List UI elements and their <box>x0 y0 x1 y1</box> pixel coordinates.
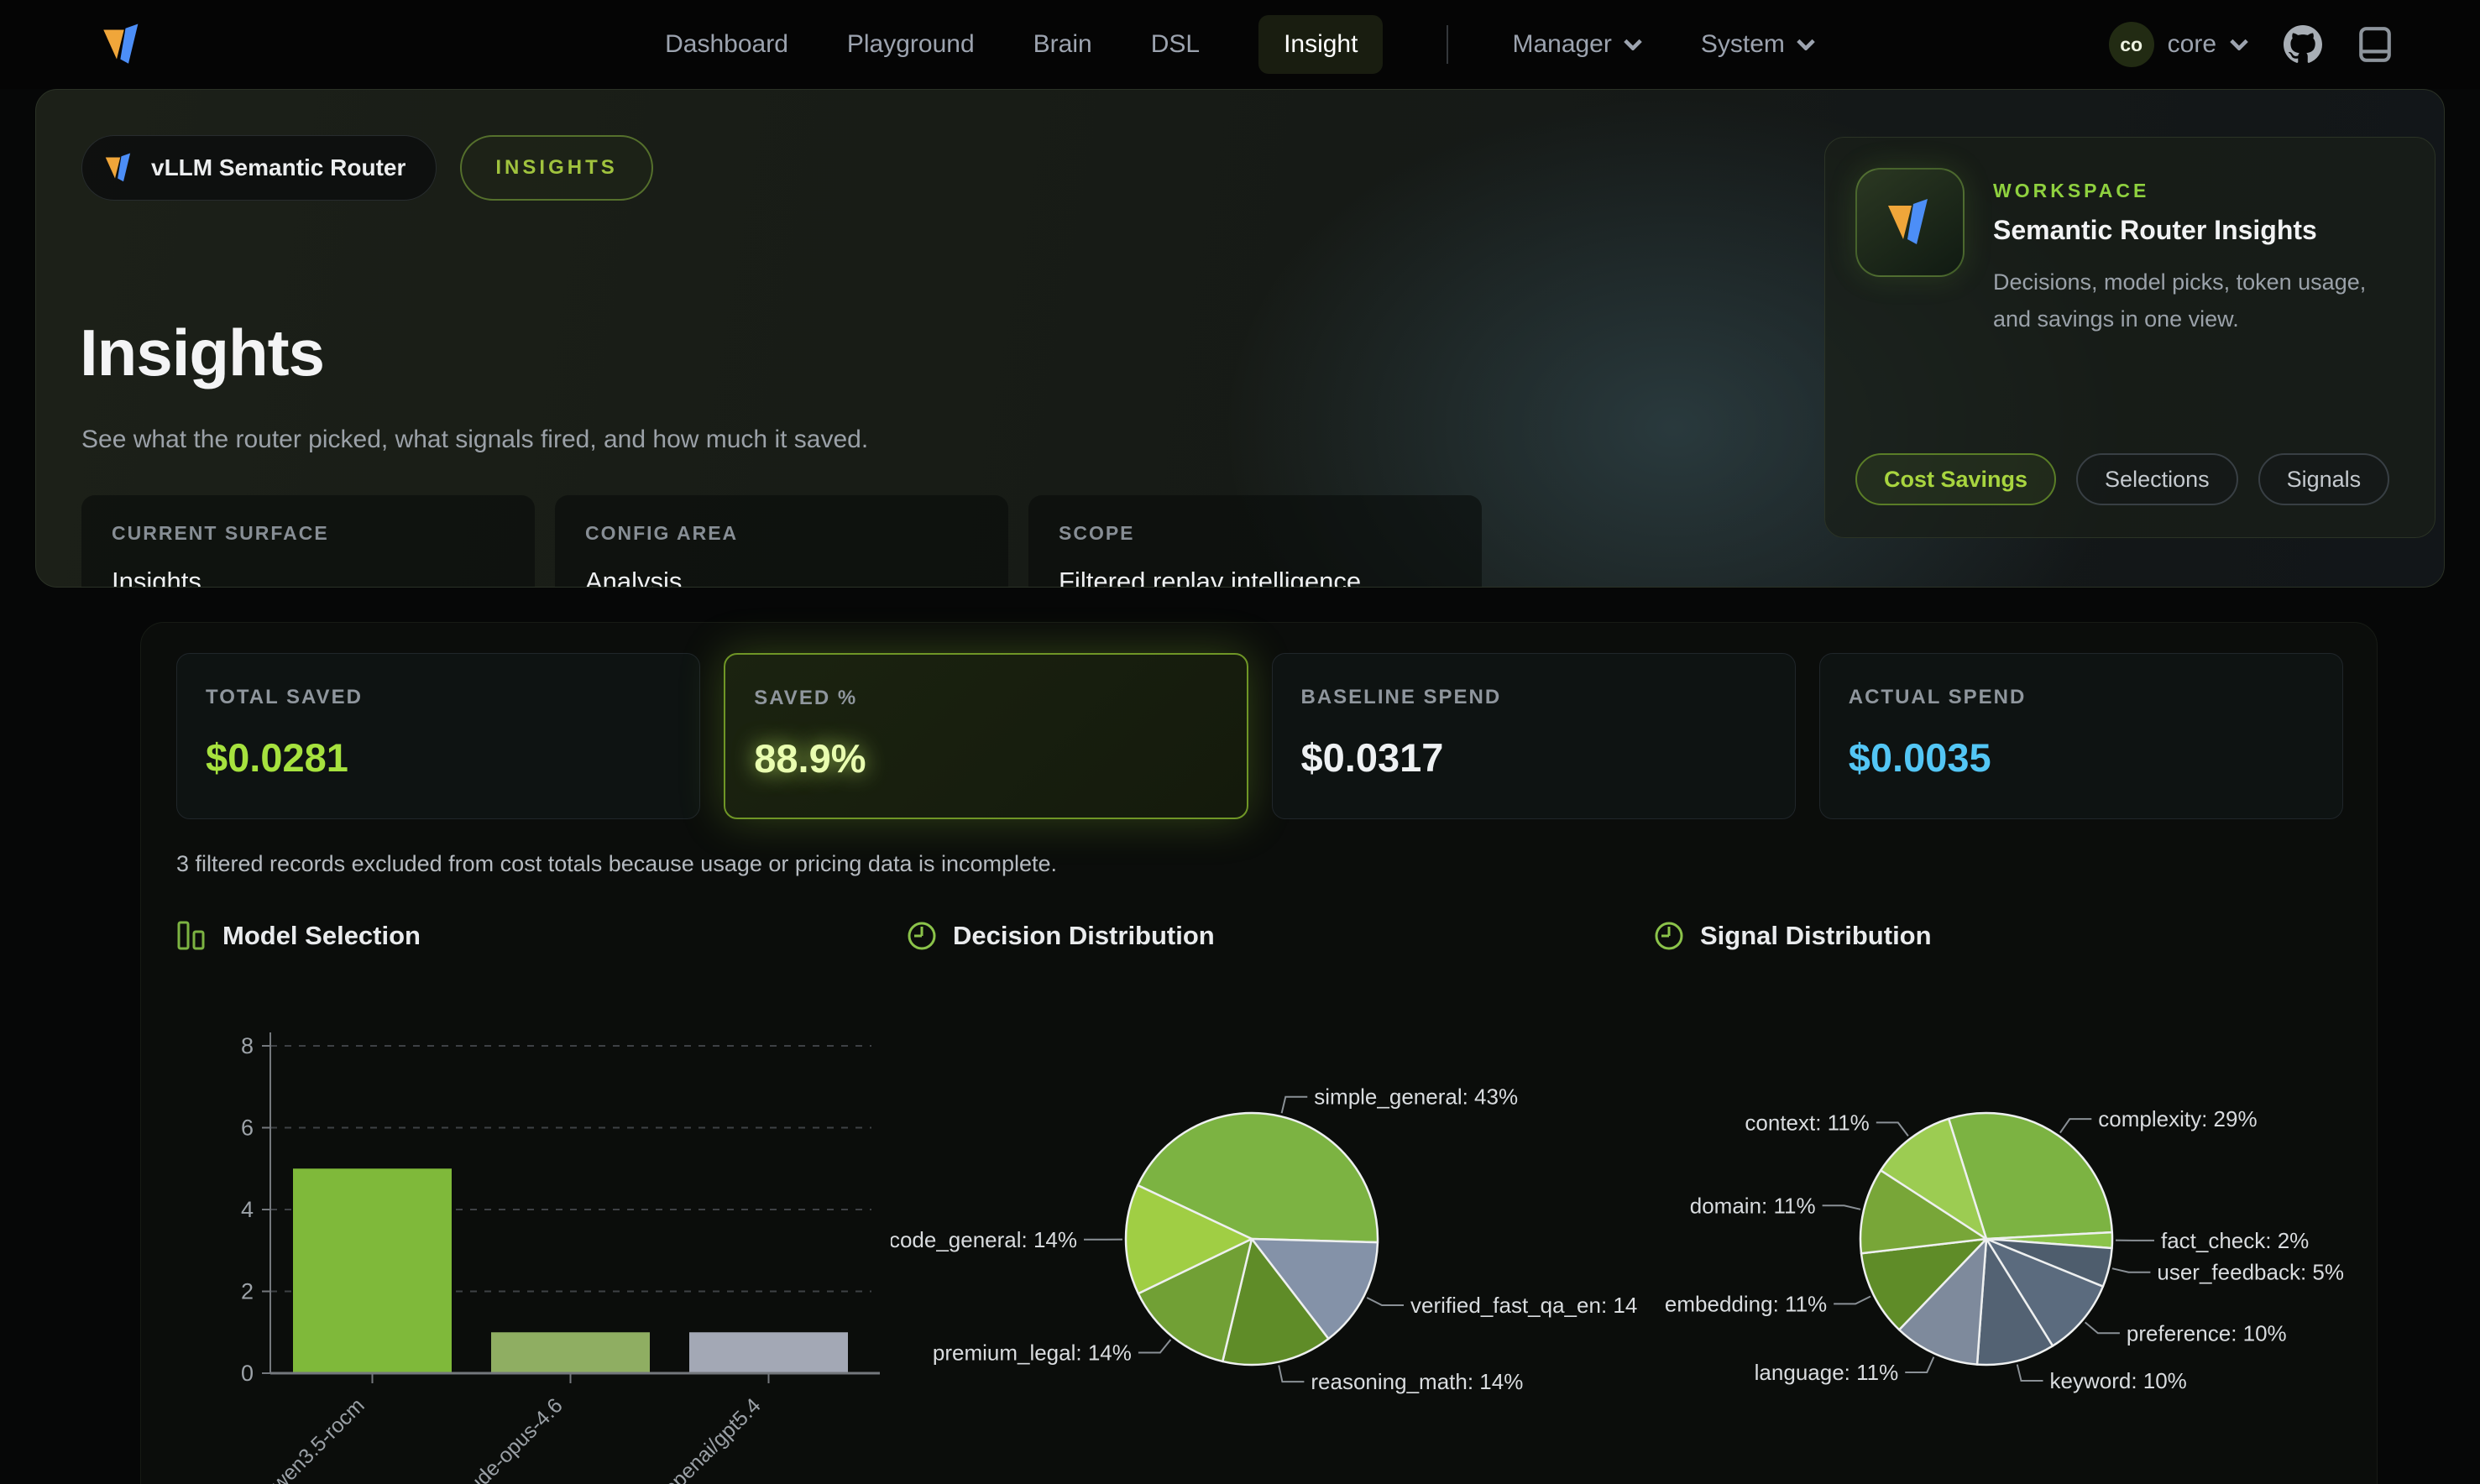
svg-text:_code_general: 14%: _code_general: 14% <box>891 1227 1077 1252</box>
stat-value: $0.0317 <box>1301 734 1766 781</box>
workspace-description: Decisions, model picks, token usage, and… <box>1993 264 2396 337</box>
svg-text:context: 11%: context: 11% <box>1745 1110 1869 1135</box>
chevron-down-icon <box>2230 39 2248 50</box>
workspace-icon-tile <box>1855 168 1965 277</box>
github-icon[interactable] <box>2284 25 2322 64</box>
stat-card-actual-spend: ACTUAL SPEND $0.0035 <box>1819 653 2343 819</box>
stat-label: BASELINE SPEND <box>1301 686 1766 709</box>
insights-panel: TOTAL SAVED $0.0281 SAVED % 88.9% BASELI… <box>140 622 2378 1484</box>
svg-text:complexity: 29%: complexity: 29% <box>2098 1106 2257 1131</box>
chart-title: Decision Distribution <box>953 921 1215 951</box>
vllm-logo-icon[interactable] <box>99 21 146 68</box>
svg-text:premium_legal: 14%: premium_legal: 14% <box>933 1340 1132 1366</box>
stat-label: ACTUAL SPEND <box>1849 686 2314 709</box>
nav-menu-system[interactable]: System <box>1701 30 1815 59</box>
clock-icon <box>1653 920 1685 952</box>
info-card-scope: SCOPE Filtered replay intelligence <box>1028 495 1482 588</box>
stat-label: TOTAL SAVED <box>206 686 671 709</box>
nav-link-playground[interactable]: Playground <box>847 30 975 59</box>
info-card-config-area: CONFIG AREA Analysis <box>555 495 1008 588</box>
svg-text:language: 11%: language: 11% <box>1755 1360 1899 1385</box>
app-badge[interactable]: vLLM Semantic Router <box>81 135 437 201</box>
workspace-title: Semantic Router Insights <box>1993 215 2317 246</box>
decision-distribution-pie[interactable]: simple_general: 43% verified_fast_qa_en: … <box>891 965 1638 1484</box>
bar-chart-icon <box>175 920 207 952</box>
stat-value: 88.9% <box>754 735 1217 781</box>
app-badge-label: vLLM Semantic Router <box>151 154 405 181</box>
svg-text:8: 8 <box>241 1033 254 1058</box>
svg-text:embedding: 11%: embedding: 11% <box>1665 1291 1827 1316</box>
top-nav: Dashboard Playground Brain DSL Insight M… <box>0 0 2480 89</box>
account-name: core <box>2168 30 2216 59</box>
nav-menu-system-label: System <box>1701 30 1785 59</box>
svg-text:reasoning_math: 14%: reasoning_math: 14% <box>1311 1369 1523 1394</box>
model-selection-bar-chart[interactable]: 0 2 4 6 8 qwen/qwen3.5-rocmanthropic/claude-o… <box>160 965 891 1484</box>
svg-text:domain: 11%: domain: 11% <box>1690 1193 1816 1218</box>
nav-menu-manager-label: Manager <box>1512 30 1611 59</box>
chart-title: Signal Distribution <box>1700 921 1932 951</box>
svg-text:preference: 10%: preference: 10% <box>2127 1320 2287 1346</box>
svg-text:openai/gpt5.4: openai/gpt5.4 <box>659 1393 766 1484</box>
workspace-card: WORKSPACE Semantic Router Insights Decis… <box>1824 137 2436 538</box>
section-badge: INSIGHTS <box>460 135 652 201</box>
svg-text:4: 4 <box>241 1197 254 1222</box>
stat-card-baseline-spend: BASELINE SPEND $0.0317 <box>1272 653 1796 819</box>
info-card-label: SCOPE <box>1059 522 1452 545</box>
svg-text:simple_general: 43%: simple_general: 43% <box>1314 1084 1518 1110</box>
nav-link-dashboard[interactable]: Dashboard <box>665 30 788 59</box>
stat-card-total-saved: TOTAL SAVED $0.0281 <box>176 653 700 819</box>
chevron-down-icon <box>1624 39 1642 50</box>
chart-title: Model Selection <box>222 921 421 951</box>
vllm-logo-icon <box>1883 196 1937 249</box>
nav-link-dsl[interactable]: DSL <box>1151 30 1200 59</box>
info-card-label: CURRENT SURFACE <box>112 522 505 545</box>
avatar: co <box>2109 22 2154 67</box>
model-selection-chart: Model Selection 0 2 4 6 8 qwen/qwen3.5-rocman… <box>160 912 891 1484</box>
book-icon[interactable] <box>2357 25 2393 64</box>
nav-link-insight[interactable]: Insight <box>1258 15 1383 74</box>
page-title: Insights <box>80 315 324 391</box>
stat-card-saved-pct: SAVED % 88.9% <box>724 653 1248 819</box>
tag-signals[interactable]: Signals <box>2258 453 2390 505</box>
svg-text:keyword: 10%: keyword: 10% <box>2050 1368 2187 1393</box>
decision-distribution-chart: Decision Distribution simple_general: 43… <box>891 912 1638 1484</box>
nav-divider <box>1447 25 1448 64</box>
chevron-down-icon <box>1797 39 1815 50</box>
svg-text:6: 6 <box>241 1116 254 1141</box>
clock-icon <box>906 920 938 952</box>
info-card-value: Analysis <box>585 567 978 588</box>
account-switcher[interactable]: co core <box>2109 22 2248 67</box>
svg-text:fact_check: 2%: fact_check: 2% <box>2161 1228 2309 1253</box>
workspace-label: WORKSPACE <box>1993 180 2149 202</box>
svg-text:user_feedback: 5%: user_feedback: 5% <box>2157 1260 2344 1285</box>
info-card-current-surface: CURRENT SURFACE Insights <box>81 495 535 588</box>
hero-panel: vLLM Semantic Router INSIGHTS Insights S… <box>35 89 2445 588</box>
nav-menu-manager[interactable]: Manager <box>1512 30 1641 59</box>
tag-selections[interactable]: Selections <box>2076 453 2238 505</box>
signal-distribution-chart: Signal Distribution complexity: 29% fact_… <box>1638 912 2360 1484</box>
filtered-records-note: 3 filtered records excluded from cost to… <box>176 851 1057 877</box>
svg-text:verified_fast_qa_en: 14%: verified_fast_qa_en: 14% <box>1410 1293 1638 1318</box>
signal-distribution-pie[interactable]: complexity: 29% fact_check: 2% user_feedba… <box>1638 965 2360 1484</box>
svg-text:2: 2 <box>241 1279 254 1304</box>
vllm-logo-icon <box>102 151 136 185</box>
info-card-value: Filtered replay intelligence <box>1059 567 1452 588</box>
nav-link-brain[interactable]: Brain <box>1033 30 1092 59</box>
svg-text:anthropic/claude-opus-4.6: anthropic/claude-opus-4.6 <box>379 1393 568 1484</box>
svg-text:qwen/qwen3.5-rocm: qwen/qwen3.5-rocm <box>219 1393 369 1484</box>
page-subtitle: See what the router picked, what signals… <box>81 426 868 454</box>
stat-value: $0.0281 <box>206 734 671 781</box>
stat-value: $0.0035 <box>1849 734 2314 781</box>
svg-text:0: 0 <box>241 1361 254 1386</box>
info-card-value: Insights <box>112 567 505 588</box>
tag-cost-savings[interactable]: Cost Savings <box>1855 453 2056 505</box>
stat-label: SAVED % <box>754 687 1217 710</box>
info-card-label: CONFIG AREA <box>585 522 978 545</box>
